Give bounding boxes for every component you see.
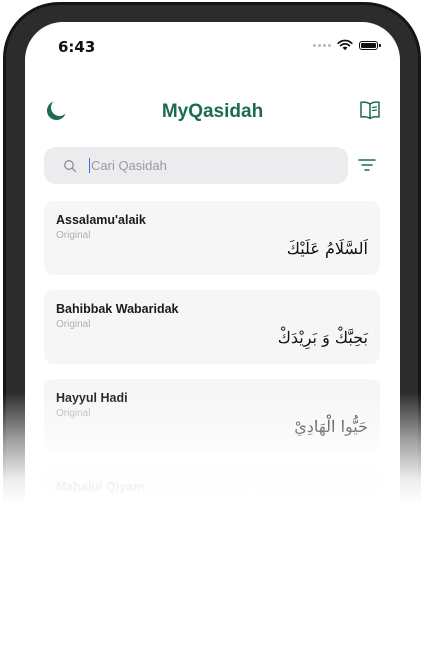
qasidah-card[interactable]: Bahibbak Wabaridak Original بَحِبَّكْ وَ… [44, 290, 380, 364]
book-icon[interactable] [359, 100, 381, 120]
app-title: MyQasidah [161, 101, 264, 122]
qasidah-version: Original [56, 319, 91, 330]
search-input[interactable] [89, 158, 321, 173]
battery-icon [359, 40, 381, 50]
qasidah-arabic-title: اَلسَّلَامُ عَلَيْكَ [286, 239, 368, 258]
qasidah-card[interactable]: Hayyul Hadi Original حَيُّوا الْهَادِيْ [44, 379, 380, 453]
filter-icon[interactable] [358, 158, 376, 172]
qasidah-card[interactable]: Assalamu'alaik Original اَلسَّلَامُ عَلَ… [44, 201, 380, 275]
qasidah-card[interactable]: Mahalul Qiyam [44, 468, 380, 542]
qasidah-arabic-title: بَحِبَّكْ وَ بَرِيْدَكْ [277, 328, 368, 347]
app-screen: 6:43 MyQasidah Assalamu'alaik Original [25, 22, 400, 662]
status-icons [313, 39, 381, 51]
search-icon [64, 159, 77, 172]
qasidah-title: Bahibbak Wabaridak [56, 302, 179, 316]
qasidah-arabic-title: حَيُّوا الْهَادِيْ [294, 417, 368, 436]
qasidah-title: Mahalul Qiyam [56, 480, 145, 494]
search-bar[interactable] [44, 147, 348, 184]
qasidah-version: Original [56, 230, 91, 241]
cellular-signal-icon [313, 43, 331, 47]
qasidah-title: Hayyul Hadi [56, 391, 128, 405]
qasidah-version: Original [56, 408, 91, 419]
wifi-icon [337, 39, 353, 51]
qasidah-title: Assalamu'alaik [56, 213, 146, 227]
status-time: 6:43 [58, 38, 96, 56]
